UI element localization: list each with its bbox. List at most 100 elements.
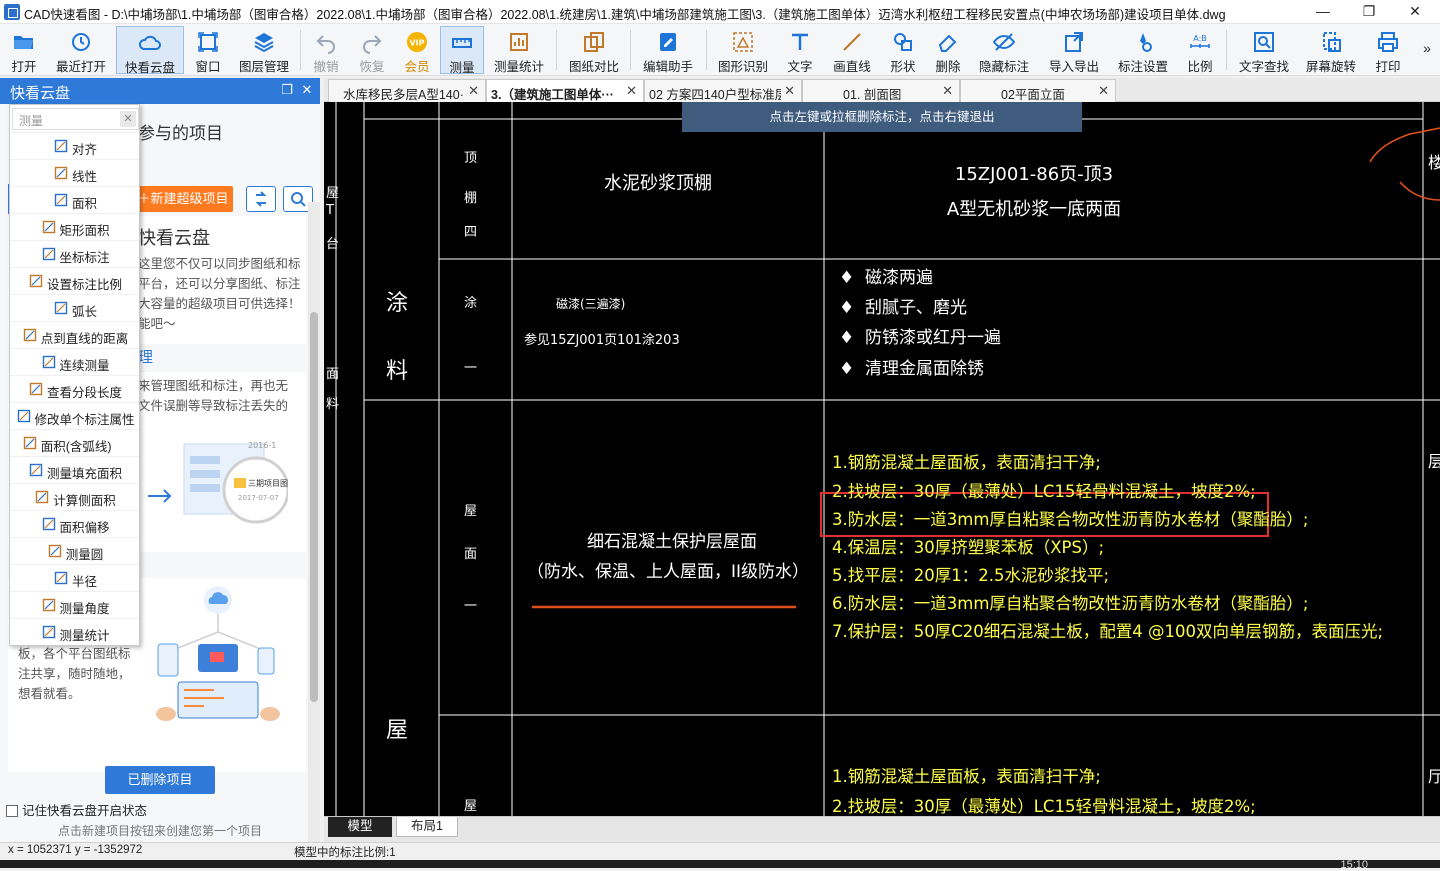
promo-title: 快看云盘 <box>138 228 210 248</box>
panel-close-icon[interactable]: ✕ <box>298 82 316 100</box>
checkbox-icon[interactable] <box>6 805 18 817</box>
maximize-button[interactable]: ❐ <box>1346 0 1392 24</box>
tool-print[interactable]: 打印 <box>1368 26 1408 74</box>
promo-text: 文件误删等导致标注丢失的 <box>138 399 289 413</box>
measure-menu-item[interactable]: 面积偏移 <box>10 510 139 537</box>
measure-menu-item[interactable]: 坐标标注 <box>10 240 139 267</box>
doc-tab[interactable]: 02平面立面 ✕ <box>960 79 1116 102</box>
tool-shape[interactable]: 形状 <box>882 26 924 74</box>
tool-open[interactable]: 打开 <box>2 26 46 74</box>
tool-delete[interactable]: 删除 <box>928 26 968 74</box>
tool-import-export[interactable]: 导入导出 <box>1042 26 1106 74</box>
scale-icon: A:B <box>1190 34 1210 48</box>
right-edge-text: 楼 <box>1428 153 1440 172</box>
new-super-project-button[interactable]: ＋新建超级项目 <box>133 186 233 212</box>
measure-menu-item[interactable]: 面积 <box>10 186 139 213</box>
measure-menu-item[interactable]: 测量圆 <box>10 537 139 564</box>
measure-menu-item[interactable]: 半径 <box>10 564 139 591</box>
row2-reference: 参见15ZJ001页101涂203 <box>524 332 680 348</box>
panel-restore-icon[interactable]: ❐ <box>278 82 296 100</box>
close-button[interactable]: ✕ <box>1392 0 1438 24</box>
tool-compare[interactable]: 图纸对比 <box>564 26 624 74</box>
refresh-icon <box>255 191 267 207</box>
side-letter: 面 <box>326 367 339 382</box>
measure-menu-item[interactable]: 测量填充面积 <box>10 456 139 483</box>
layout-tab-model[interactable]: 模型 <box>328 817 392 837</box>
tool-undo[interactable]: 撤销 <box>306 26 346 74</box>
cad-drawing: 屋 T 台 面 料 顶 棚 四 水泥砂浆顶棚 15ZJ001-86页-顶3 A型… <box>325 102 1440 816</box>
measure-menu-item[interactable]: 矩形面积 <box>10 213 139 240</box>
hide-annotation-icon <box>992 33 1016 51</box>
side-panel-scrollbar[interactable] <box>308 202 320 842</box>
tool-cloud[interactable]: 快看云盘 <box>116 26 184 75</box>
tool-edit-assistant[interactable]: 编辑助手 <box>638 26 698 74</box>
row2-left: 涂 <box>386 291 408 316</box>
measure-menu-item[interactable]: 测量角度 <box>10 591 139 618</box>
measure-menu-item[interactable]: 点到直线的距离 <box>10 321 139 348</box>
measure-menu-item[interactable]: 设置标注比例 <box>10 267 139 294</box>
side-area-icon <box>35 490 49 504</box>
clear-search-icon[interactable]: ✕ <box>120 111 136 127</box>
measure-menu-item[interactable]: 查看分段长度 <box>10 375 139 402</box>
tool-shape-recognize[interactable]: 图形识别 <box>714 26 772 74</box>
scrollbar-thumb[interactable] <box>310 312 318 702</box>
layout-tab-layout1[interactable]: 布局1 <box>396 817 458 837</box>
close-tab-icon[interactable]: ✕ <box>1098 83 1109 99</box>
tool-text-search[interactable]: 文字查找 <box>1234 26 1294 74</box>
refresh-button[interactable] <box>246 186 276 212</box>
measure-menu-item[interactable]: 弧长 <box>10 294 139 321</box>
tool-line[interactable]: 画直线 <box>828 26 876 74</box>
deleted-projects-button[interactable]: 已删除项目 <box>105 766 215 794</box>
close-tab-icon[interactable]: ✕ <box>942 83 953 99</box>
doc-tab[interactable]: 02 方案四140户型标准层 ✕ <box>644 79 802 102</box>
measure-menu-item[interactable]: 计算侧面积 <box>10 483 139 510</box>
tool-layers[interactable]: 图层管理 <box>234 26 294 74</box>
row4-category: 屋 <box>464 799 477 814</box>
tool-window[interactable]: 窗口 <box>188 26 228 74</box>
measure-menu-item[interactable]: 修改单个标注属性 <box>10 402 139 429</box>
row1-name: 水泥砂浆顶棚 <box>604 173 712 194</box>
tool-measure[interactable]: 测量 <box>440 26 484 75</box>
measure-menu-item[interactable]: 面积(含弧线) <box>10 429 139 456</box>
row2-bullet: 磁漆两遍 <box>865 268 933 288</box>
taskbar-clock: 15:10 <box>1340 859 1368 871</box>
close-tab-icon[interactable]: ✕ <box>784 83 795 99</box>
tool-text[interactable]: 文字 <box>778 26 822 74</box>
measure-menu-item[interactable]: 连续测量 <box>10 348 139 375</box>
remember-cloud-state-checkbox[interactable]: 记住快看云盘开启状态 <box>6 800 147 819</box>
tool-redo[interactable]: 恢复 <box>352 26 392 74</box>
tool-rotate-screen[interactable]: 屏幕旋转 <box>1300 26 1362 74</box>
row2-category: 一 <box>464 361 477 376</box>
svg-text:三期项目图: 三期项目图 <box>248 479 288 488</box>
close-tab-icon[interactable]: ✕ <box>626 83 637 99</box>
continuous-measure-icon <box>42 355 56 369</box>
history-icon <box>72 33 90 51</box>
doc-tab[interactable]: 3.（建筑施工图单体··· ✕ <box>486 79 644 102</box>
layout-tab-bar: 模型 布局1 <box>324 816 1440 842</box>
toolbar-more-button[interactable]: » <box>1416 26 1438 74</box>
measure-menu-item[interactable]: 对齐 <box>10 132 139 159</box>
cad-drawing-canvas[interactable]: 屋 T 台 面 料 顶 棚 四 水泥砂浆顶棚 15ZJ001-86页-顶3 A型… <box>324 102 1440 816</box>
redo-icon <box>363 35 382 54</box>
ruler-icon <box>452 38 472 48</box>
row3-item: 1.钢筋混凝土屋面板，表面清扫干净; <box>832 453 1101 472</box>
undo-icon <box>316 35 335 54</box>
measure-menu-item[interactable]: 线性 <box>10 159 139 186</box>
tool-scale[interactable]: A:B 比例 <box>1180 26 1220 74</box>
doc-tab[interactable]: 01. 剖面图 ✕ <box>802 79 960 102</box>
right-edge-text: 厅 <box>1428 767 1440 786</box>
measure-search-input[interactable]: 测量 ✕ <box>12 108 139 130</box>
folder-icon <box>14 36 33 49</box>
measure-circle-icon <box>48 544 62 558</box>
tool-annotation-settings[interactable]: 标注设置 <box>1112 26 1174 74</box>
doc-tab[interactable]: 水库移民多层A型140··· ✕ <box>328 79 486 102</box>
measure-menu-item[interactable]: 测量统计 <box>10 618 139 645</box>
close-tab-icon[interactable]: ✕ <box>468 83 479 99</box>
promo-text: 板，各个平台图纸标 <box>18 647 131 661</box>
tool-vip[interactable]: VIP 会员 <box>398 26 436 74</box>
area-offset-icon <box>42 517 56 531</box>
tool-recent[interactable]: 最近打开 <box>52 26 110 74</box>
tool-measure-stats[interactable]: 测量统计 <box>490 26 548 74</box>
tool-hide-annotation[interactable]: 隐藏标注 <box>974 26 1034 74</box>
minimize-button[interactable]: — <box>1300 0 1346 24</box>
